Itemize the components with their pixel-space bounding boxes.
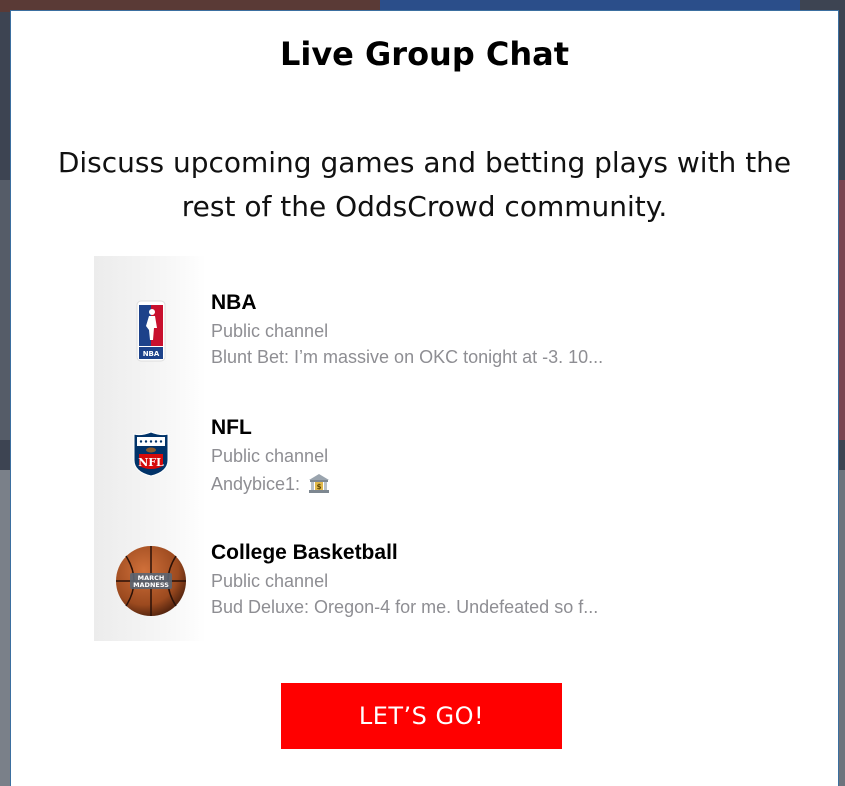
live-group-chat-modal: Live Group Chat Discuss upcoming games a…: [10, 10, 839, 786]
march-madness-basketball-icon: MARCH MADNESS: [106, 541, 196, 621]
nba-logo-icon: NBA: [106, 291, 196, 371]
channel-name: College Basketball: [211, 541, 398, 564]
channel-last-message: Andybice1: $: [211, 472, 330, 499]
channel-last-message: Blunt Bet: I’m massive on OKC tonight at…: [211, 347, 604, 367]
channel-last-message-text: Andybice1:: [211, 474, 301, 494]
modal-title: Live Group Chat: [279, 35, 570, 73]
nfl-logo-icon: NFL: [106, 414, 196, 494]
lets-go-button[interactable]: LET’S GO!: [281, 683, 562, 749]
channel-type: Public channel: [211, 571, 329, 591]
svg-text:NBA: NBA: [143, 350, 160, 358]
channel-type: Public channel: [211, 446, 329, 466]
channel-list: NBA NBA Public channel Blunt Bet: I’m ma…: [94, 256, 754, 641]
channel-item-college-basketball[interactable]: MARCH MADNESS College Basketball Public …: [94, 541, 754, 651]
bank-icon: $: [308, 472, 330, 499]
svg-text:NFL: NFL: [138, 456, 164, 469]
svg-text:$: $: [317, 483, 322, 491]
modal-subtitle: Discuss upcoming games and betting plays…: [31, 141, 818, 229]
channel-type: Public channel: [211, 321, 329, 341]
channel-name: NBA: [211, 291, 257, 314]
channel-last-message: Bud Deluxe: Oregon-4 for me. Undefeated …: [211, 597, 599, 617]
modal-subtitle-line1: Discuss upcoming games and betting plays…: [57, 146, 792, 179]
modal-subtitle-line2: rest of the OddsCrowd community.: [181, 190, 668, 223]
channel-item-nfl[interactable]: NFL NFL Public channel Andybice1: $: [94, 416, 754, 526]
channel-name: NFL: [211, 416, 252, 439]
svg-text:MADNESS: MADNESS: [133, 581, 169, 589]
channel-item-nba[interactable]: NBA NBA Public channel Blunt Bet: I’m ma…: [94, 291, 754, 401]
